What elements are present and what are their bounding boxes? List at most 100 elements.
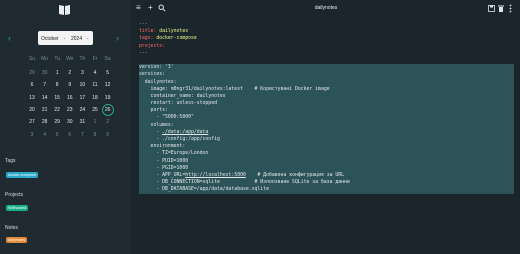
calendar-day[interactable]: 2: [102, 119, 114, 125]
calendar-day[interactable]: 4: [89, 70, 101, 76]
calendar-day[interactable]: 21: [39, 107, 51, 113]
editor-line[interactable]: ---: [139, 21, 514, 28]
more-icon[interactable]: [509, 4, 512, 13]
search-icon[interactable]: [158, 4, 166, 12]
prev-month-button[interactable]: ‹: [8, 33, 11, 43]
calendar-day[interactable]: 16: [64, 95, 76, 101]
line-text: - PUID=1000: [139, 158, 189, 164]
calendar-day[interactable]: 2: [64, 70, 76, 76]
frontmatter-value: docker-compose: [153, 36, 197, 42]
editor-line[interactable]: image: m0ngr31/dailynotes:latest # Корис…: [139, 85, 514, 93]
calendar-day[interactable]: 7: [39, 82, 51, 88]
editor-line[interactable]: [139, 57, 514, 64]
calendar-day[interactable]: 14: [39, 95, 51, 101]
calendar-day[interactable]: 29: [51, 119, 63, 125]
calendar-day[interactable]: 20: [26, 107, 38, 113]
frontmatter-key: title:: [139, 29, 157, 35]
editor-line[interactable]: volumes:: [139, 121, 514, 129]
calendar-day[interactable]: 30: [64, 119, 76, 125]
editor-line[interactable]: - DB_CONNECTION=sqlite # Използване SQLi…: [139, 179, 514, 187]
line-text: ports:: [139, 108, 168, 114]
calendar-day[interactable]: 3: [26, 132, 38, 138]
editor-line[interactable]: ---: [139, 50, 514, 57]
editor-line[interactable]: - ./data:/app/data: [139, 128, 514, 136]
weekday-label: Mo: [41, 56, 49, 62]
editor-line[interactable]: services:: [139, 71, 514, 79]
save-icon[interactable]: [488, 5, 495, 12]
editor-line[interactable]: restart: unless-stopped: [139, 100, 514, 108]
calendar-day[interactable]: 6: [64, 132, 76, 138]
book-icon[interactable]: [58, 4, 71, 16]
calendar-day[interactable]: 7: [76, 132, 88, 138]
calendar-day[interactable]: 11: [89, 82, 101, 88]
editor-line[interactable]: - PGID=1000: [139, 164, 514, 172]
editor-line[interactable]: - DB_DATABASE=/app/data/database.sqlite: [139, 186, 514, 194]
line-text: - "5000:5000": [139, 115, 194, 121]
editor-line[interactable]: - APP_URL=http://localhost:5000 # Добаве…: [139, 171, 514, 180]
calendar-day[interactable]: 13: [26, 95, 38, 101]
editor-line[interactable]: ports:: [139, 107, 514, 115]
calendar-day[interactable]: 19: [102, 95, 114, 101]
trash-icon[interactable]: [498, 5, 504, 12]
calendar-day[interactable]: 4: [39, 132, 51, 138]
calendar-day[interactable]: 17: [76, 95, 88, 101]
next-month-button[interactable]: ›: [116, 33, 119, 43]
calendar-day[interactable]: 1: [51, 70, 63, 76]
tag-item[interactable]: docker-compose: [6, 172, 39, 178]
calendar-day[interactable]: 28: [39, 119, 51, 125]
editor-line[interactable]: container_name: dailynotes: [139, 92, 514, 101]
calendar-day[interactable]: 30: [39, 70, 51, 76]
calendar-day[interactable]: 5: [102, 70, 114, 76]
calendar-day[interactable]: 27: [26, 119, 38, 125]
calendar-day[interactable]: 25: [89, 107, 101, 113]
line-text: restart: unless-stopped: [139, 101, 217, 107]
calendar-day[interactable]: 8: [89, 132, 101, 138]
link-text[interactable]: http://localhost:5000: [185, 173, 246, 178]
calendar-day[interactable]: 10: [76, 82, 88, 88]
editor-line[interactable]: - ./config:/app/config: [139, 136, 514, 144]
note-item[interactable]: dailynotes: [6, 237, 28, 243]
year-select[interactable]: 2024: [71, 36, 82, 42]
editor-line[interactable]: - "5000:5000": [139, 114, 514, 122]
editor-line[interactable]: - TZ=Europe/London: [139, 150, 514, 158]
calendar-day[interactable]: 5: [51, 132, 63, 138]
editor-line[interactable]: version: '3': [139, 64, 514, 72]
line-text: container_name: dailynotes: [139, 93, 226, 99]
editor-line[interactable]: dailynotes:: [139, 78, 514, 86]
frontmatter-key: tags:: [139, 36, 154, 42]
line-text: - APP_URL=: [139, 172, 186, 178]
weekday-label: Tu: [54, 56, 61, 62]
calendar-day[interactable]: 23: [64, 107, 76, 113]
editor-line[interactable]: - PUID=1000: [139, 157, 514, 165]
menu-icon[interactable]: ≡: [136, 3, 141, 13]
editor-line[interactable]: tags: docker-compose: [139, 35, 514, 42]
note-title: dailynotes: [314, 5, 338, 11]
markdown-editor[interactable]: --- title: dailynotes tags: docker-compose…: [139, 21, 514, 194]
calendar-day[interactable]: 24: [76, 107, 88, 113]
month-year-picker[interactable]: October ⌄ 2024 ⌄: [38, 31, 93, 45]
month-select[interactable]: October: [41, 36, 59, 42]
calendar-day[interactable]: 15: [51, 95, 63, 101]
chevron-down-icon: ⌄: [63, 35, 67, 40]
calendar-day[interactable]: 26: [101, 103, 114, 116]
calendar-day[interactable]: 8: [51, 82, 63, 88]
calendar-day[interactable]: 31: [76, 119, 88, 125]
calendar-day[interactable]: 6: [26, 82, 38, 88]
line-text: - DB_DATABASE=/app/data/database.sqlite: [139, 187, 269, 193]
project-item[interactable]: Selfhosted: [6, 205, 28, 211]
line-text: - DB_CONNECTION=sqlite # Използване SQLi…: [139, 180, 350, 186]
calendar-day[interactable]: 29: [26, 70, 38, 76]
calendar-day[interactable]: 18: [89, 95, 101, 101]
calendar-day[interactable]: 22: [51, 107, 63, 113]
calendar-day[interactable]: 3: [76, 70, 88, 76]
editor-line[interactable]: environment:: [139, 143, 514, 151]
add-icon[interactable]: +: [148, 3, 153, 13]
link-text[interactable]: ./data:/app/data: [162, 130, 208, 135]
calendar-day[interactable]: 12: [102, 82, 114, 88]
editor-line[interactable]: title: dailynotes: [139, 28, 514, 35]
calendar-day[interactable]: 9: [102, 132, 114, 138]
editor-line[interactable]: projects:: [139, 43, 514, 50]
calendar-day[interactable]: 9: [64, 82, 76, 88]
weekday-label: Th: [79, 56, 86, 62]
calendar-day[interactable]: 1: [89, 119, 101, 125]
